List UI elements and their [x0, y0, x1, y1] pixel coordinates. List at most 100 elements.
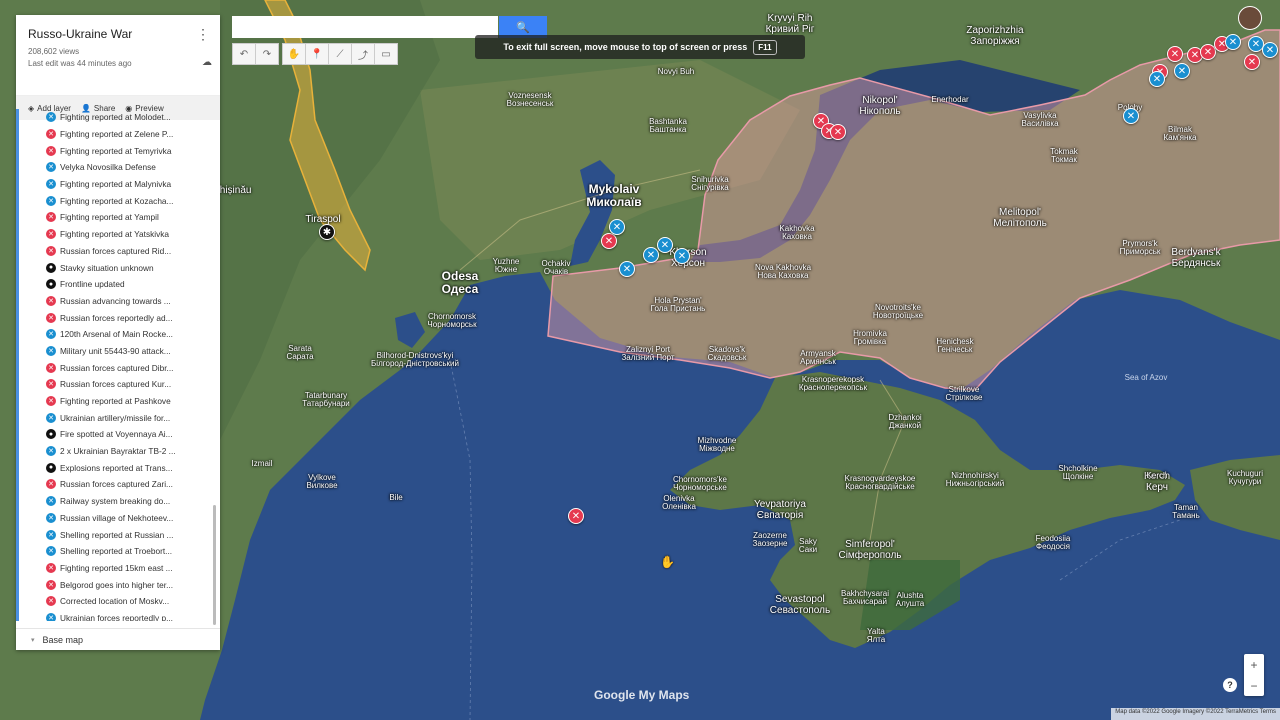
base-map-toggle[interactable]: ▾ Base map	[16, 628, 220, 650]
ukrainian-event-marker[interactable]: ✕	[643, 247, 659, 263]
list-item[interactable]: ✕ Fighting reported at Molodet...	[19, 109, 220, 126]
list-item[interactable]: ✕ Russian village of Nekhoteev...	[19, 510, 220, 527]
list-scrollbar[interactable]	[213, 505, 216, 625]
list-item[interactable]: ● Frontline updated	[19, 276, 220, 293]
help-icon[interactable]: ?	[1223, 678, 1237, 692]
russian-event-marker[interactable]: ✕	[568, 508, 584, 524]
place-label: Zaozerne Заозерне	[752, 531, 788, 549]
list-item[interactable]: ✕ Shelling reported at Troebort...	[19, 543, 220, 560]
list-item[interactable]: ✕ Shelling reported at Russian ...	[19, 526, 220, 543]
ukrainian-event-marker[interactable]: ✕	[619, 261, 635, 277]
list-item[interactable]: ✕ Military unit 55443-90 attack...	[19, 343, 220, 360]
zoom-control: + −	[1244, 654, 1264, 696]
list-item[interactable]: ✕ Railway system breaking do...	[19, 493, 220, 510]
hand-cursor-icon: ✋	[660, 555, 675, 569]
list-item[interactable]: ✕ Ukrainian forces reportedly p...	[19, 610, 220, 621]
panel-header: Russo-Ukraine War 208,602 views Last edi…	[16, 15, 220, 96]
place-label: Chornomorsk Чорноморськ	[427, 312, 477, 330]
list-item-label: Fighting reported at Pashkove	[60, 396, 171, 407]
blue-marker-icon: ✕	[46, 162, 56, 173]
ukrainian-event-marker[interactable]: ✕	[1149, 71, 1165, 87]
russian-event-marker[interactable]: ✕	[601, 233, 617, 249]
list-item[interactable]: ✕ Fighting reported 15km east ...	[19, 560, 220, 577]
zoom-in-icon[interactable]: +	[1250, 658, 1257, 672]
red-marker-icon: ✕	[46, 396, 56, 407]
ukrainian-event-marker[interactable]: ✕	[1262, 42, 1278, 58]
list-item[interactable]: ✕ Russian advancing towards ...	[19, 293, 220, 310]
list-item[interactable]: ✕ Ukrainian artillery/missile for...	[19, 409, 220, 426]
place-label: Yuzhne Южне	[492, 257, 520, 275]
list-item[interactable]: ✕ Russian forces reportedly ad...	[19, 309, 220, 326]
place-label: Dzhankoi Джанкой	[888, 413, 922, 431]
add-marker-icon[interactable]: 📍	[305, 43, 329, 65]
ukrainian-event-marker[interactable]: ✕	[1225, 34, 1241, 50]
zoom-out-icon[interactable]: −	[1250, 679, 1257, 693]
black-marker-icon: ●	[46, 429, 56, 440]
view-count: 208,602 views	[28, 47, 80, 56]
ukrainian-event-marker[interactable]: ✕	[1123, 108, 1139, 124]
pan-hand-icon[interactable]: ✋	[282, 43, 306, 65]
blue-marker-icon: ✕	[46, 345, 56, 356]
place-label: Simferopol' Сімферополь	[838, 539, 902, 561]
russian-event-marker[interactable]: ✕	[830, 124, 846, 140]
place-label: Vylkove Вилкове	[306, 473, 338, 491]
list-item[interactable]: ✕ Russian forces captured Zari...	[19, 476, 220, 493]
list-item[interactable]: ✕ Fighting reported at Kozacha...	[19, 192, 220, 209]
list-item-label: Fighting reported at Yampil	[60, 212, 159, 223]
place-label: Kerch	[1146, 471, 1168, 480]
list-item[interactable]: ● Stavky situation unknown	[19, 259, 220, 276]
place-label: Melitopol' Мелітополь	[993, 207, 1047, 229]
redo-icon[interactable]: ↷	[255, 43, 279, 65]
blue-marker-icon: ✕	[46, 529, 56, 540]
user-avatar[interactable]	[1238, 6, 1262, 30]
list-item[interactable]: ✕ Russian forces captured Dibr...	[19, 359, 220, 376]
list-item[interactable]: ✕ Fighting reported at Malynivka	[19, 176, 220, 193]
explosion-marker[interactable]: ✱	[319, 224, 335, 240]
russian-event-marker[interactable]: ✕	[1167, 46, 1183, 62]
list-item[interactable]: ✕ Fighting reported at Zelene P...	[19, 126, 220, 143]
search-input[interactable]	[232, 16, 498, 38]
measure-ruler-icon[interactable]: ▭	[374, 43, 398, 65]
ukrainian-event-marker[interactable]: ✕	[674, 248, 690, 264]
ukrainian-event-marker[interactable]: ✕	[1174, 63, 1190, 79]
list-item[interactable]: ● Explosions reported at Trans...	[19, 459, 220, 476]
place-label: Bakhchysarai Бахчисарай	[840, 589, 890, 607]
list-item[interactable]: ✕ Fighting reported at Pashkove	[19, 393, 220, 410]
undo-icon[interactable]: ↶	[232, 43, 256, 65]
russian-event-marker[interactable]: ✕	[1244, 54, 1260, 70]
list-item-label: Military unit 55443-90 attack...	[60, 345, 171, 356]
list-item[interactable]: ✕ Russian forces captured Rid...	[19, 243, 220, 260]
list-item[interactable]: ✕ Velyka Novosilka Defense	[19, 159, 220, 176]
place-label: Tokmak Токмак	[1050, 147, 1078, 165]
place-label: Enerhodar	[931, 95, 969, 104]
f11-key: F11	[753, 39, 777, 55]
list-item-label: Fire spotted at Voyennaya Ai...	[60, 429, 173, 440]
red-marker-icon: ✕	[46, 295, 56, 306]
list-item[interactable]: ✕ Belgorod goes into higher ter...	[19, 576, 220, 593]
directions-icon[interactable]: ⤴	[351, 43, 375, 65]
list-item-label: Russian forces captured Kur...	[60, 379, 172, 390]
list-item[interactable]: ✕ Corrected location of Moskv...	[19, 593, 220, 610]
place-label: Armyansk Армянськ	[800, 349, 836, 367]
list-item[interactable]: ✕ 2 x Ukrainian Bayraktar TB-2 ...	[19, 443, 220, 460]
list-item[interactable]: ● Fire spotted at Voyennaya Ai...	[19, 426, 220, 443]
map-attribution[interactable]: Map data ©2022 Google Imagery ©2022 Terr…	[1111, 708, 1280, 720]
place-label: Yevpatoriya Євпаторія	[754, 499, 806, 521]
black-marker-icon: ●	[46, 462, 56, 473]
list-item[interactable]: ✕ Russian forces captured Kur...	[19, 376, 220, 393]
red-marker-icon: ✕	[46, 312, 56, 323]
more-options-icon[interactable]: ⋮	[196, 26, 210, 43]
map-title[interactable]: Russo-Ukraine War	[28, 27, 208, 41]
place-label: Nova Kakhovka Нова Каховка	[754, 263, 812, 281]
list-item[interactable]: ✕ Fighting reported at Yampil	[19, 209, 220, 226]
ukrainian-event-marker[interactable]: ✕	[657, 237, 673, 253]
list-item-label: Shelling reported at Troebort...	[60, 546, 173, 557]
ukrainian-event-marker[interactable]: ✕	[609, 219, 625, 235]
list-item[interactable]: ✕ Fighting reported at Temyrivka	[19, 142, 220, 159]
place-label: Hola Prystan' Гола Пристань	[650, 296, 706, 314]
red-marker-icon: ✕	[46, 129, 56, 140]
list-item[interactable]: ✕ 120th Arsenal of Main Rocke...	[19, 326, 220, 343]
list-item[interactable]: ✕ Fighting reported at Yatskivka	[19, 226, 220, 243]
place-label: Zaporizhzhia Запоріжжя	[966, 25, 1024, 47]
draw-line-icon[interactable]: ⟋	[328, 43, 352, 65]
